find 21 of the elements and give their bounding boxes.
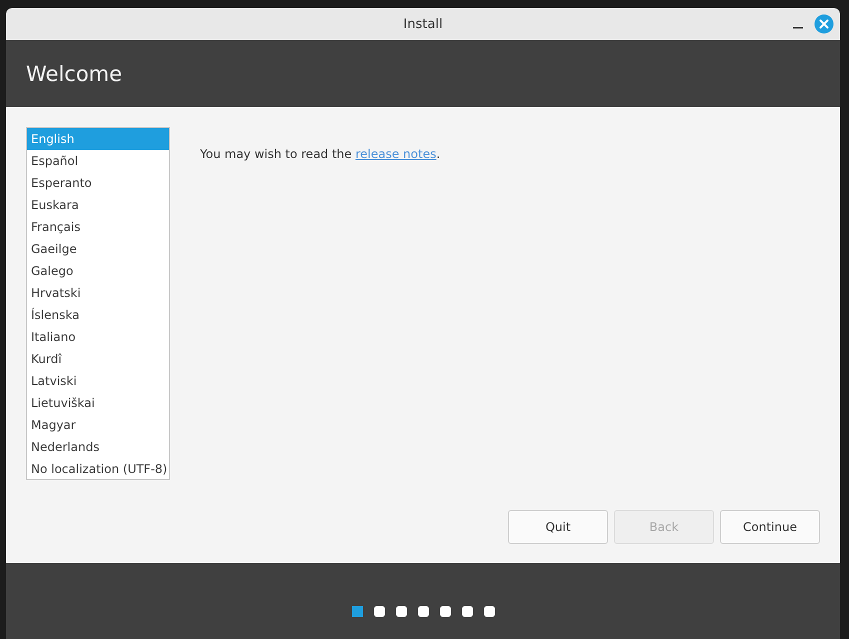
language-item[interactable]: Magyar [27,414,169,436]
language-item[interactable]: Nederlands [27,436,169,458]
language-item[interactable]: Lietuviškai [27,392,169,414]
dialog-button[interactable]: Continue [720,510,820,544]
language-item[interactable]: Français [27,216,169,238]
intro-text: You may wish to read the release notes. [200,147,440,161]
language-item[interactable]: No localization (UTF-8) [27,458,169,479]
page-title: Welcome [26,62,122,86]
language-item[interactable]: Galego [27,260,169,282]
window-title: Install [403,16,443,32]
language-item[interactable]: Español [27,150,169,172]
close-icon[interactable] [814,14,834,34]
dialog-button[interactable]: Quit [508,510,608,544]
language-item[interactable]: Gaeilge [27,238,169,260]
language-item[interactable]: Italiano [27,326,169,348]
language-item[interactable]: Íslenska [27,304,169,326]
language-item[interactable]: Hrvatski [27,282,169,304]
language-item[interactable]: Latviski [27,370,169,392]
language-item[interactable]: Esperanto [27,172,169,194]
language-item[interactable]: Euskara [27,194,169,216]
language-item[interactable]: Kurdî [27,348,169,370]
